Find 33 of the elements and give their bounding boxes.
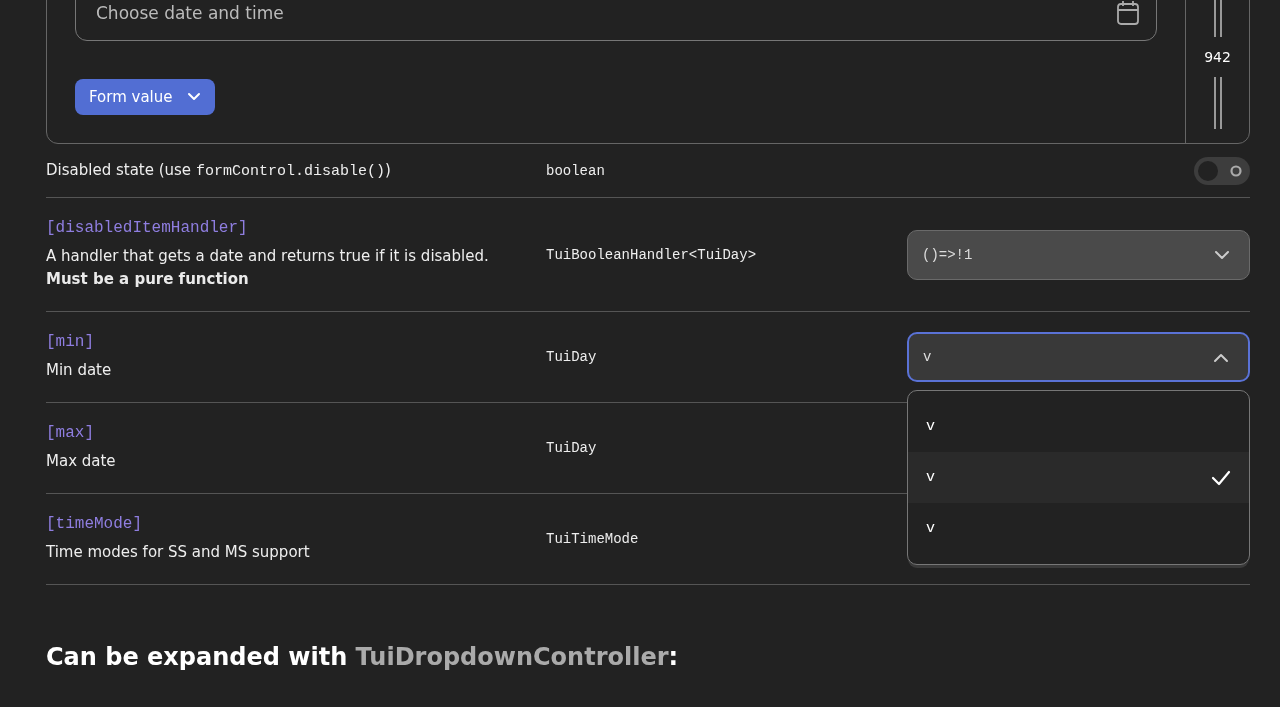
date-time-input[interactable]: Choose date and time [94,2,1116,24]
width-reading: 942 [1204,49,1231,65]
property-type: TuiTimeMode [546,531,640,547]
property-description: Min date [46,359,112,381]
dropdown-option[interactable]: v [908,503,1249,554]
calendar-icon [1116,0,1140,26]
date-time-field[interactable]: Choose date and time [75,0,1157,41]
circle-icon [1230,164,1242,177]
property-type: TuiDay [546,349,598,365]
property-name: [min] [46,332,94,351]
property-description: Disabled state (use formControl.disable()) [46,159,391,182]
property-type: boolean [546,162,606,179]
section-heading: Can be expanded with TuiDropdownController: [46,643,680,671]
toggle-switch[interactable] [1194,156,1250,185]
resize-grip[interactable] [1213,0,1222,37]
dropdown-option[interactable]: v [908,401,1249,452]
property-description: Time modes for SS and MS support [46,541,310,563]
dropdown-option[interactable]: v [908,452,1249,503]
property-description: A handler that gets a date and returns true if it is disabled. [46,245,489,267]
property-type: TuiDay [546,440,598,456]
property-name: [timeMode] [46,514,142,533]
resize-grip[interactable] [1213,77,1222,129]
property-description: Max date [46,450,116,472]
select-field[interactable]: ()=>!1 [907,229,1250,280]
property-note: Must be a pure function [46,268,249,290]
property-type: TuiBooleanHandler<TuiDay> [546,246,758,263]
chevron-down-icon [186,92,201,102]
form-value-button[interactable]: Form value [75,79,215,115]
select-field[interactable]: v [907,332,1250,382]
property-name: [disabledItemHandler] [46,218,248,237]
checkmark-icon [1211,469,1231,486]
property-name: [max] [46,423,94,442]
heading-link[interactable]: TuiDropdownController [355,643,669,671]
